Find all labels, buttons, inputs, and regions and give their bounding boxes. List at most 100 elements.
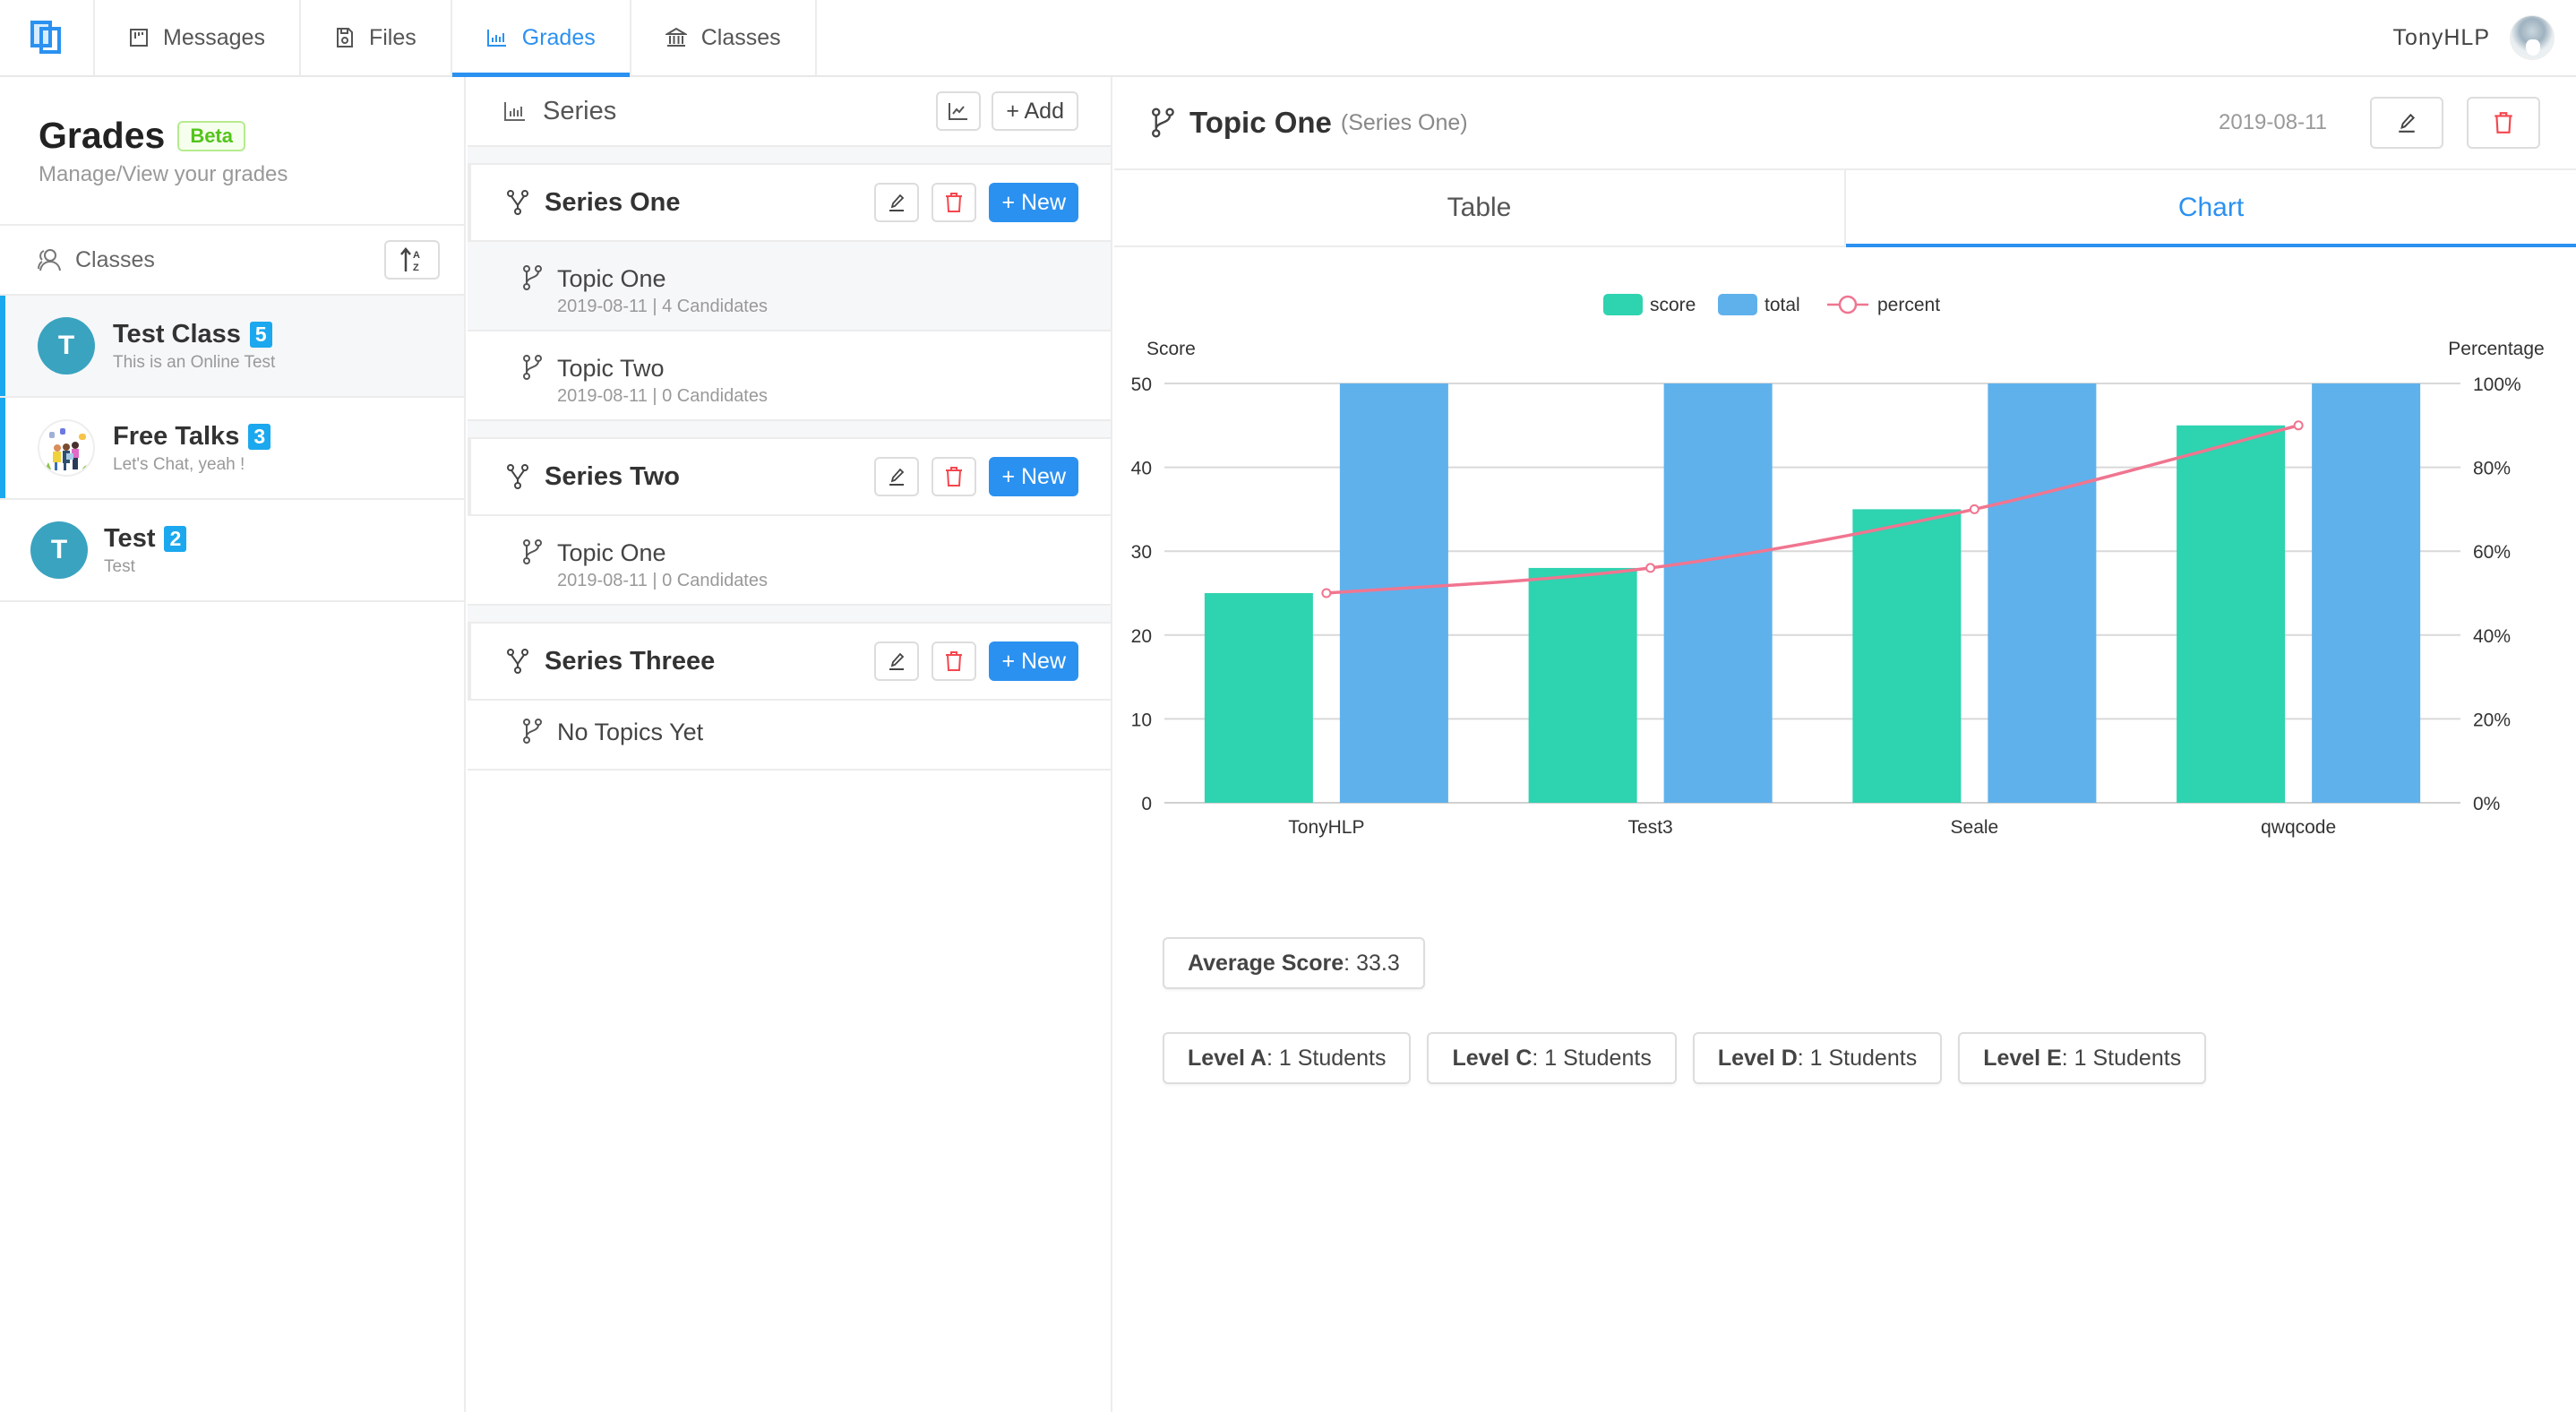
class-avatar [38,419,95,477]
fork-icon [507,464,528,489]
trash-icon [946,467,963,486]
edit-icon [889,652,905,670]
view-tabs: Table Chart [1114,170,2576,247]
class-count-badge: 2 [164,525,187,552]
level-tag: Level E: 1 Students [1958,1032,2207,1084]
nav-tab-classes[interactable]: Classes [631,0,817,75]
topic-meta: 2019-08-11 | 0 Candidates [557,386,768,406]
topic-meta: 2019-08-11 | 4 Candidates [557,297,768,316]
topic-item[interactable]: Topic One 2019-08-11 | 4 Candidates [468,242,1111,331]
logo-icon [30,21,61,54]
tab-chart[interactable]: Chart [1846,170,2576,247]
svg-text:Z: Z [413,263,419,273]
y-right-tick-label: 100% [2473,375,2521,395]
y-axis-title: Score [1146,339,1196,359]
page-title: Grades [39,115,166,156]
bar-total [1988,383,2097,803]
app-logo[interactable] [0,0,95,75]
user-menu[interactable]: TonyHLP [2393,0,2576,75]
topic-name: Topic One [557,265,666,292]
y-right-tick-label: 60% [2473,542,2511,563]
spacer [468,421,1111,439]
series-header: Series + Add [468,77,1111,147]
spacer [468,606,1111,624]
level-tag: Level D: 1 Students [1692,1032,1943,1084]
fork-icon [507,649,528,674]
legend-label-score: score [1650,295,1696,315]
level-label: Level C [1452,1045,1533,1071]
svg-text:A: A [413,250,420,261]
topic-date: 2019-08-11 [2219,110,2327,134]
grades-chart: score total percent 0 10 20 30 40 50 0% 20% 40% 60%… [1131,294,2545,838]
topic-meta: 2019-08-11 | 0 Candidates [557,571,768,590]
nav-tab-label: Classes [700,24,781,50]
level-label: Level D [1717,1045,1798,1071]
series-name: Series Threee [545,646,716,676]
branch-icon [523,719,542,744]
chart-overview-button[interactable] [936,91,982,131]
legend-swatch-percent-marker [1838,295,1858,314]
new-topic-button[interactable]: + New [989,183,1078,222]
new-topic-button[interactable]: + New [989,641,1078,681]
level-label: Level E [1983,1045,2062,1071]
beta-badge: Beta [177,120,245,151]
edit-series-button[interactable] [874,457,920,496]
user-avatar[interactable] [2510,15,2555,60]
class-desc: Test [104,556,135,576]
edit-series-button[interactable] [874,641,920,681]
nav-tab-messages[interactable]: Messages [95,0,301,75]
percent-point [2293,420,2304,431]
branch-icon [1152,108,1174,138]
edit-series-button[interactable] [874,183,920,222]
bank-icon [665,27,687,47]
nav-tab-files[interactable]: Files [301,0,452,75]
class-item[interactable]: T Test Class 5 This is an Online Test [0,296,464,398]
delete-series-button[interactable] [932,183,977,222]
y-tick-label: 40 [1131,459,1152,479]
page-subtitle: Manage/View your grades [39,162,288,186]
y-tick-label: 10 [1131,710,1152,730]
topic-name: Topic One [557,539,666,566]
bar-score [2177,425,2286,803]
x-tick-label: TonyHLP [1288,817,1364,838]
series-header-item: Series Two + New [468,439,1111,516]
nav-tab-label: Messages [163,24,265,50]
y-tick-label: 50 [1131,375,1152,395]
delete-series-button[interactable] [932,641,977,681]
nav-tab-grades[interactable]: Grades [451,0,631,77]
y-right-tick-label: 40% [2473,626,2511,647]
nav-tab-label: Grades [521,24,596,50]
topic-item[interactable]: Topic One 2019-08-11 | 0 Candidates [468,516,1111,606]
bar-score [1528,567,1637,803]
nav-tab-label: Files [368,24,416,50]
level-value: : 1 Students [1267,1045,1387,1071]
save-icon [336,28,353,47]
delete-series-button[interactable] [932,457,977,496]
classes-panel: Grades Beta Manage/View your grades Clas… [0,77,466,1412]
y-right-axis-title: Percentage [2448,339,2544,359]
topic-series-name: (Series One) [1340,109,1468,135]
trash-icon [946,193,963,212]
class-desc: Let's Chat, yeah ! [113,454,245,474]
class-name: Test Class [113,319,241,349]
line-chart-icon [949,103,968,120]
new-topic-button[interactable]: + New [989,457,1078,496]
level-value: : 1 Students [1797,1045,1918,1071]
empty-topics-label: No Topics Yet [557,719,704,745]
edit-topic-button[interactable] [2370,97,2443,149]
class-item[interactable]: T Test 2 Test [0,500,464,602]
legend-swatch-total [1718,294,1757,315]
edit-icon [889,194,905,211]
delete-topic-button[interactable] [2467,97,2540,149]
topic-item[interactable]: Topic Two 2019-08-11 | 0 Candidates [468,331,1111,421]
average-score-tag: Average Score: 33.3 [1163,937,1425,989]
level-label: Level A [1188,1045,1267,1071]
sort-button[interactable]: AZ [384,240,440,280]
chart-container: score total percent 0 10 20 30 40 50 0% 20% 40% 60%… [1114,247,2576,892]
trash-icon [2494,112,2512,133]
add-series-button[interactable]: + Add [992,91,1078,131]
tab-table[interactable]: Table [1114,170,1846,245]
class-item[interactable]: Free Talks 3 Let's Chat, yeah ! [0,398,464,500]
percent-line [1326,424,2299,595]
series-header-item: Series Threee + New [468,624,1111,701]
